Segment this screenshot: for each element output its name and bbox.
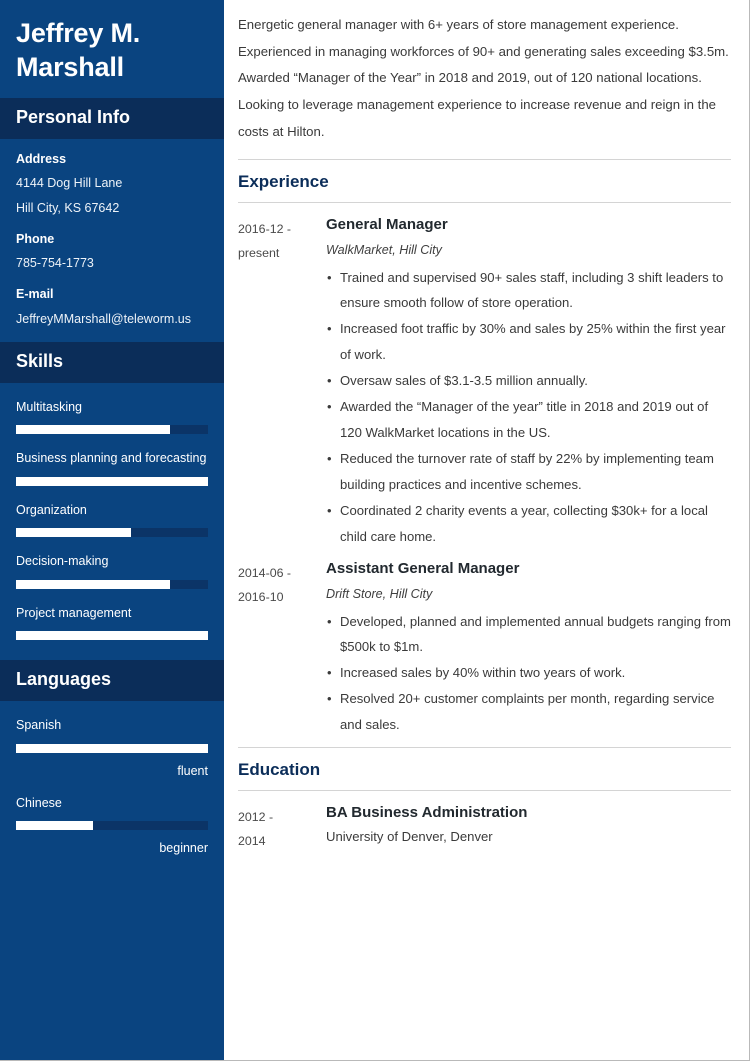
skill-level-fill — [16, 476, 208, 486]
experience-bullet: Awarded the “Manager of the year” title … — [326, 394, 731, 446]
language-level-bar — [16, 821, 208, 831]
education-divider — [238, 789, 731, 791]
experience-bullet: Reduced the turnover rate of staff by 22… — [326, 446, 731, 498]
skill-label: Project management — [16, 605, 132, 620]
address-label: Address — [16, 151, 67, 166]
experience-bullet-list: Trained and supervised 90+ sales staff, … — [326, 265, 731, 550]
skill-label: Decision-making — [16, 554, 109, 569]
skill-level-fill — [16, 579, 170, 589]
languages-list: Spanish fluent Chinese beginner — [0, 701, 224, 876]
phone-label: Phone — [16, 231, 55, 246]
candidate-name: Jeffrey M. Marshall — [0, 0, 224, 98]
skill-label: Organization — [16, 502, 87, 517]
language-level-label: beginner — [159, 841, 208, 856]
sidebar: Jeffrey M. Marshall Personal Info Addres… — [0, 0, 224, 1060]
professional-summary: Energetic general manager with 6+ years … — [238, 17, 729, 139]
skill-level-fill — [16, 631, 208, 641]
skills-list: Multitasking Business planning and foreca… — [0, 383, 224, 661]
experience-bullet: Increased foot traffic by 30% and sales … — [326, 316, 731, 368]
experience-date-start: 2016-12 - — [238, 221, 292, 236]
skill-level-fill — [16, 425, 170, 435]
experience-company: Drift Store, Hill City — [326, 587, 433, 602]
education-entry-body: BA Business Administration University of … — [326, 803, 731, 847]
language-item: Spanish fluent — [16, 715, 208, 779]
education-entry: 2012 - 2014 BA Business Administration Univ… — [238, 803, 731, 853]
experience-date-range: 2016-12 - present — [238, 215, 326, 265]
skill-level-bar — [16, 425, 208, 435]
skill-level-bar — [16, 528, 208, 538]
language-level-fill — [16, 821, 93, 831]
experience-bullet: Increased sales by 40% within two years … — [326, 660, 731, 686]
education-section: Education 2012 - 2014 BA Business Administ… — [238, 747, 731, 853]
experience-job-title: Assistant General Manager — [326, 559, 520, 577]
experience-bullet: Resolved 20+ customer complaints per mon… — [326, 686, 731, 738]
candidate-name-line-2: Marshall — [16, 52, 124, 83]
language-item: Chinese beginner — [16, 793, 208, 857]
experience-date-end: present — [238, 245, 280, 260]
education-date-start: 2012 - — [238, 809, 274, 824]
skill-item: Decision-making — [16, 551, 208, 589]
experience-entry: 2016-12 - present General Manager WalkMarke… — [238, 215, 731, 550]
experience-entry-body: Assistant General Manager Drift Store, Hi… — [326, 559, 731, 738]
personal-info-body: Address 4144 Dog Hill Lane Hill City, KS… — [0, 139, 224, 343]
experience-date-range: 2014-06 - 2016-10 — [238, 559, 326, 609]
education-date-range: 2012 - 2014 — [238, 803, 326, 853]
skill-item: Organization — [16, 500, 208, 538]
section-header-languages-label: Languages — [16, 669, 112, 690]
experience-divider — [238, 201, 731, 203]
skill-level-bar — [16, 631, 208, 641]
experience-section: Experience 2016-12 - present General Manag… — [238, 159, 731, 738]
skill-item: Business planning and forecasting — [16, 448, 208, 486]
skill-label: Business planning and forecasting — [16, 451, 207, 466]
phone-value: 785-754-1773 — [16, 256, 94, 271]
education-date-end: 2014 — [238, 833, 266, 848]
experience-job-title: General Manager — [326, 215, 448, 233]
education-institution: University of Denver, Denver — [326, 829, 493, 845]
skill-level-fill — [16, 528, 132, 538]
skill-level-bar — [16, 579, 208, 589]
section-header-personal-info-label: Personal Info — [16, 107, 131, 128]
experience-bullet: Developed, planned and implemented annua… — [326, 609, 731, 661]
education-entries: 2012 - 2014 BA Business Administration Univ… — [238, 803, 731, 853]
experience-bullet: Oversaw sales of $3.1-3.5 million annual… — [326, 368, 731, 394]
language-level-bar — [16, 743, 208, 753]
experience-date-end: 2016-10 — [238, 589, 284, 604]
email-value: JeffreyMMarshall@teleworm.us — [16, 311, 192, 326]
section-header-personal-info: Personal Info — [0, 98, 224, 139]
main-content: Energetic general manager with 6+ years … — [224, 0, 749, 1060]
address-line-2: Hill City, KS 67642 — [16, 201, 120, 215]
language-label: Spanish — [16, 718, 62, 733]
skill-item: Multitasking — [16, 397, 208, 435]
section-header-skills-label: Skills — [16, 351, 64, 372]
experience-company: WalkMarket, Hill City — [326, 243, 442, 258]
candidate-name-line-1: Jeffrey M. — [16, 18, 141, 48]
experience-heading: Experience — [238, 159, 731, 192]
education-heading: Education — [238, 747, 731, 780]
experience-bullet: Trained and supervised 90+ sales staff, … — [326, 265, 731, 317]
email-label: E-mail — [16, 287, 54, 301]
experience-bullet: Coordinated 2 charity events a year, col… — [326, 498, 731, 550]
education-degree: BA Business Administration — [326, 803, 528, 821]
experience-entry-body: General Manager WalkMarket, Hill City Trai… — [326, 215, 731, 550]
experience-entries: 2016-12 - present General Manager WalkMarke… — [238, 215, 731, 738]
address-line-1: 4144 Dog Hill Lane — [16, 176, 123, 191]
skill-item: Project management — [16, 603, 208, 641]
experience-bullet-list: Developed, planned and implemented annua… — [326, 609, 731, 739]
language-level-fill — [16, 743, 208, 753]
language-level-label: fluent — [177, 763, 208, 778]
section-header-languages: Languages — [0, 660, 224, 702]
skill-level-bar — [16, 476, 208, 486]
language-label: Chinese — [16, 795, 62, 810]
skill-label: Multitasking — [16, 399, 82, 414]
section-header-skills: Skills — [0, 342, 224, 383]
experience-date-start: 2014-06 - — [238, 565, 292, 580]
experience-entry: 2014-06 - 2016-10 Assistant General Manage… — [238, 559, 731, 738]
resume-page: Jeffrey M. Marshall Personal Info Addres… — [0, 0, 750, 1061]
